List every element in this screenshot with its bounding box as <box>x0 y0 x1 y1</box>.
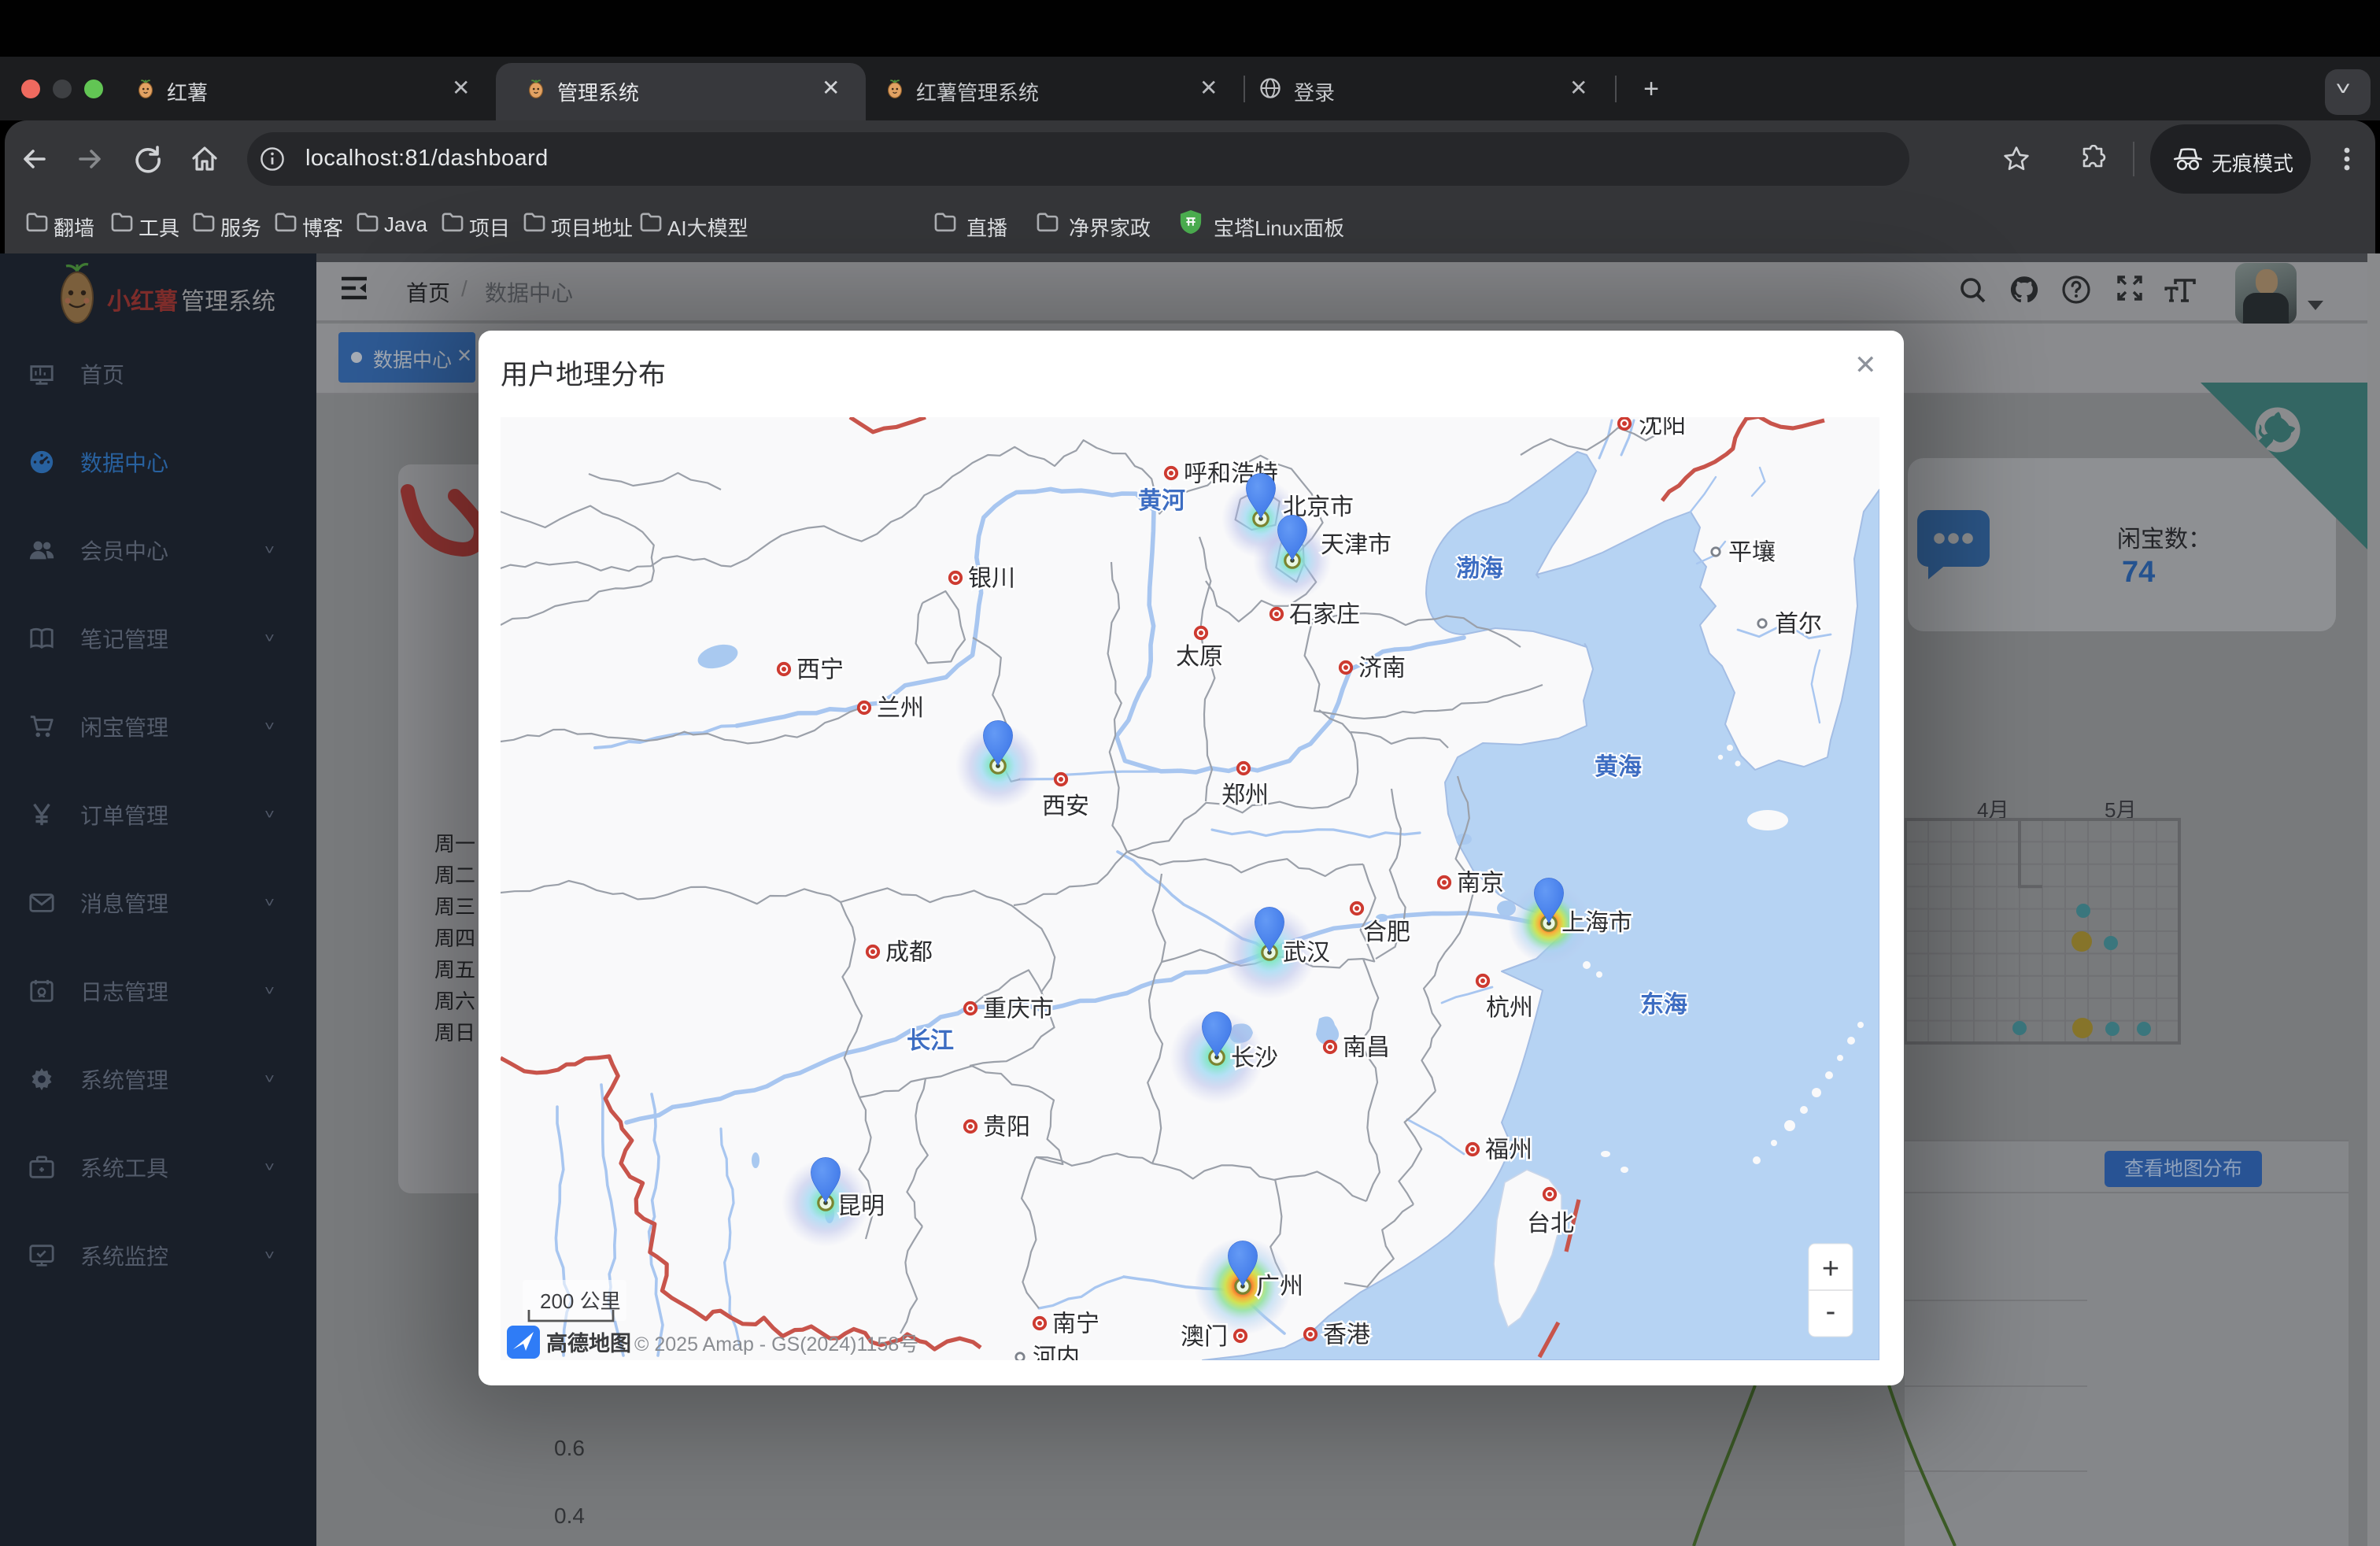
svg-text:昆明: 昆明 <box>837 1193 885 1219</box>
svg-text:平壤: 平壤 <box>1728 539 1776 565</box>
svg-text:杭州: 杭州 <box>1486 995 1533 1021</box>
svg-text:© 2025 Amap - GS(2024)1158号: © 2025 Amap - GS(2024)1158号 <box>634 1333 918 1356</box>
svg-text:合肥: 合肥 <box>1363 919 1410 945</box>
svg-text:南宁: 南宁 <box>1052 1311 1099 1337</box>
svg-text:沈阳: 沈阳 <box>1639 417 1686 438</box>
svg-text:200 公里: 200 公里 <box>540 1289 621 1313</box>
svg-text:上海市: 上海市 <box>1561 910 1632 936</box>
svg-text:广州: 广州 <box>1256 1274 1303 1300</box>
svg-text:长沙: 长沙 <box>1231 1045 1278 1071</box>
svg-text:南京: 南京 <box>1457 870 1504 896</box>
svg-text:河内: 河内 <box>1033 1344 1080 1360</box>
svg-text:-: - <box>1826 1295 1836 1328</box>
svg-text:银川: 银川 <box>968 565 1015 591</box>
svg-text:+: + <box>1822 1252 1839 1285</box>
svg-text:郑州: 郑州 <box>1221 782 1269 808</box>
svg-text:东海: 东海 <box>1640 991 1687 1018</box>
svg-text:长江: 长江 <box>907 1028 954 1054</box>
svg-text:太原: 太原 <box>1176 644 1223 670</box>
svg-text:西宁: 西宁 <box>796 656 844 682</box>
svg-text:天津市: 天津市 <box>1321 532 1391 558</box>
svg-text:台北: 台北 <box>1527 1211 1574 1237</box>
svg-text:重庆市: 重庆市 <box>983 996 1054 1022</box>
svg-text:黄海: 黄海 <box>1595 754 1642 780</box>
svg-text:济南: 济南 <box>1358 655 1406 681</box>
svg-text:香港: 香港 <box>1323 1322 1370 1348</box>
svg-text:西安: 西安 <box>1042 793 1089 819</box>
svg-text:石家庄: 石家庄 <box>1289 601 1360 627</box>
svg-text:首尔: 首尔 <box>1775 611 1822 637</box>
svg-text:福州: 福州 <box>1485 1137 1532 1163</box>
svg-text:武汉: 武汉 <box>1283 940 1330 966</box>
svg-text:黄河: 黄河 <box>1138 488 1185 514</box>
svg-text:成都: 成都 <box>885 939 933 965</box>
svg-text:澳门: 澳门 <box>1181 1324 1228 1350</box>
svg-text:高德地图: 高德地图 <box>546 1331 631 1356</box>
svg-text:贵阳: 贵阳 <box>983 1114 1030 1140</box>
svg-text:兰州: 兰州 <box>877 695 924 721</box>
svg-text:渤海: 渤海 <box>1456 556 1503 582</box>
svg-text:南昌: 南昌 <box>1343 1034 1390 1060</box>
